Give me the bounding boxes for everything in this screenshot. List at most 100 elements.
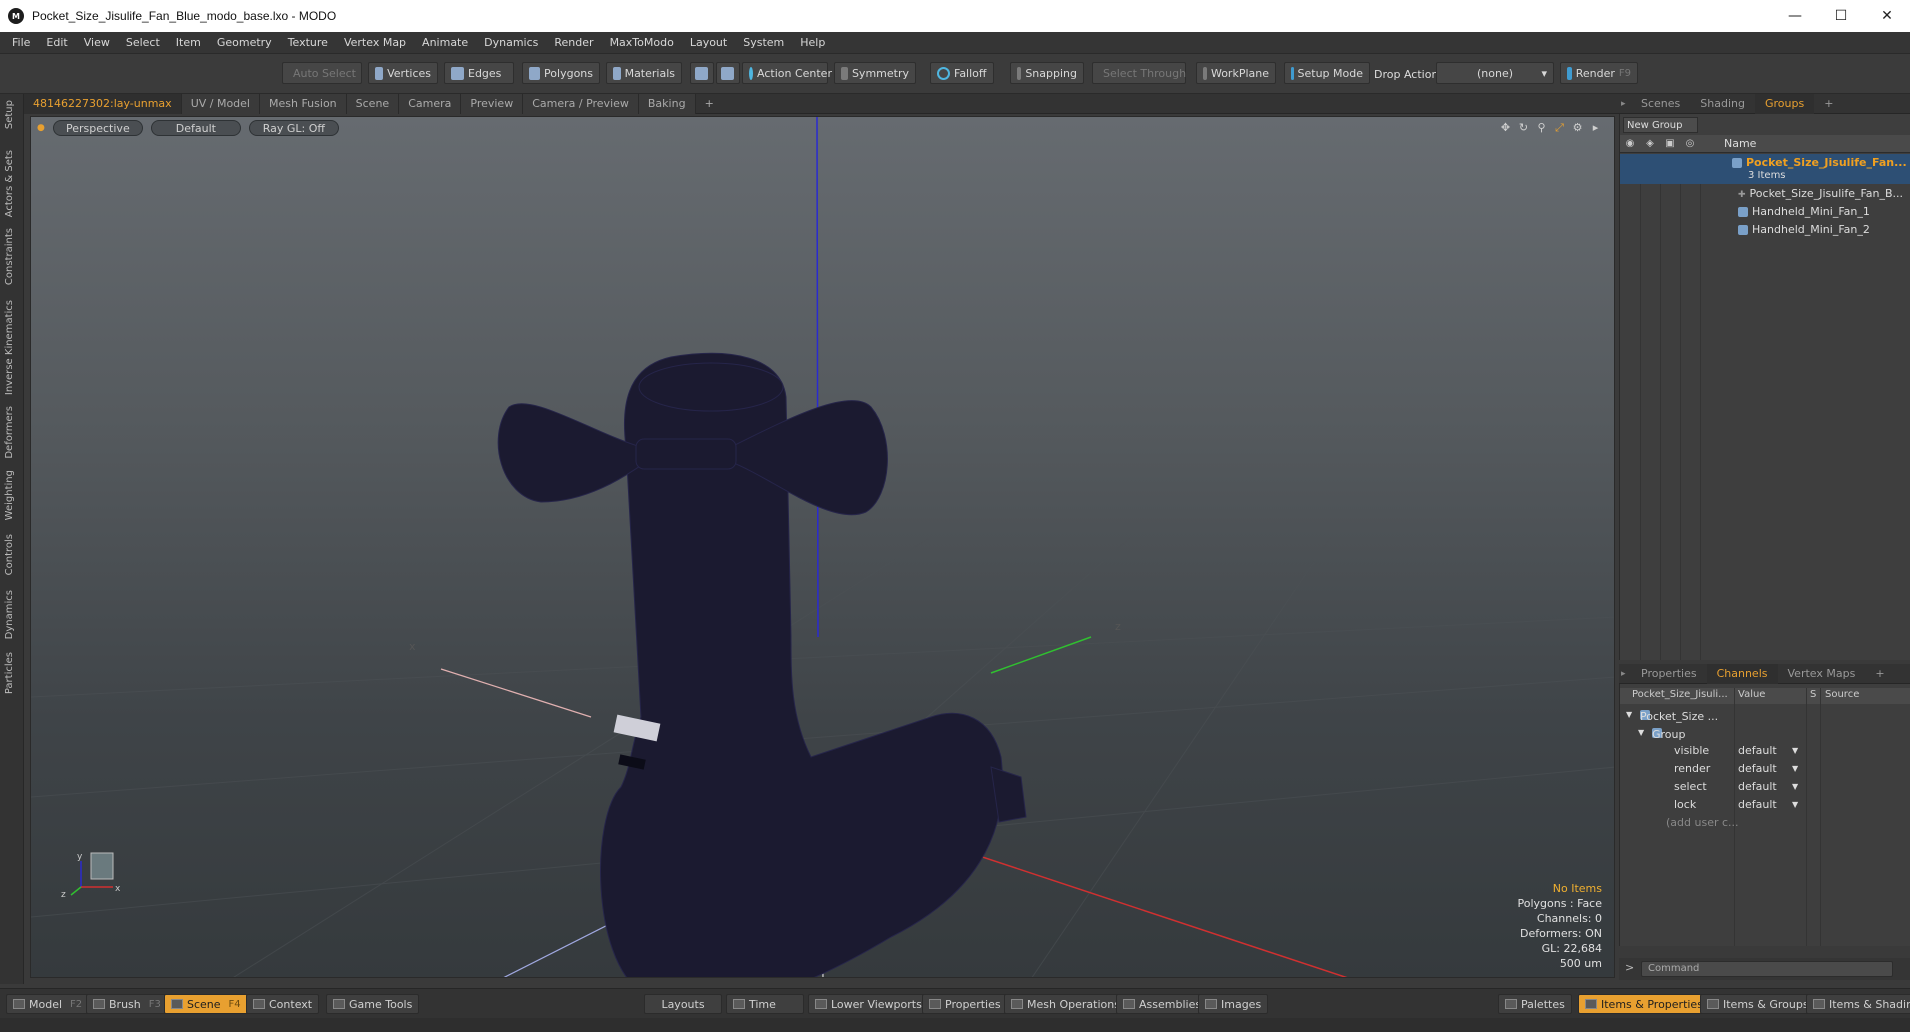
items-shading-button[interactable]: Items & Shading — [1806, 994, 1910, 1014]
menu-vertex-map[interactable]: Vertex Map — [336, 36, 414, 49]
pivot-mode-button[interactable] — [716, 62, 740, 84]
menu-system[interactable]: System — [735, 36, 792, 49]
add-panel-tab-button[interactable]: + — [1814, 94, 1843, 114]
drop-action-select[interactable]: (none) ▾ — [1436, 62, 1554, 84]
channel-row-lock[interactable]: lock default ▼ — [1620, 796, 1910, 814]
tab-deformers[interactable]: Deformers — [4, 406, 15, 459]
context-layout-button[interactable]: Context — [246, 994, 320, 1014]
command-input[interactable]: Command — [1641, 961, 1893, 977]
render-button[interactable]: Render F9 — [1560, 62, 1638, 84]
menu-view[interactable]: View — [76, 36, 118, 49]
menu-animate[interactable]: Animate — [414, 36, 476, 49]
view-type-select[interactable]: Perspective — [52, 120, 143, 136]
chevron-down-icon[interactable]: ▼ — [1792, 782, 1798, 791]
auto-select-button[interactable]: Auto Select — [282, 62, 362, 84]
tab-groups[interactable]: Groups — [1754, 93, 1815, 114]
images-button[interactable]: Images — [1198, 994, 1269, 1014]
rotate-icon[interactable]: ↻ — [1517, 121, 1530, 134]
minimize-icon[interactable]: — — [1772, 0, 1818, 32]
channel-group-row[interactable]: ▼ Group — [1620, 724, 1910, 742]
tab-shading[interactable]: Shading — [1690, 94, 1755, 114]
tab-camera-preview[interactable]: Camera / Preview — [523, 93, 639, 114]
channel-value-visible[interactable]: default — [1738, 744, 1777, 757]
tab-camera[interactable]: Camera — [399, 93, 462, 114]
group-row-child-3[interactable]: Handheld_Mini_Fan_2 — [1620, 220, 1910, 238]
group-row-child-2[interactable]: Handheld_Mini_Fan_1 — [1620, 202, 1910, 220]
panel-menu-icon[interactable]: ▸ — [1619, 99, 1631, 109]
tab-uv-model[interactable]: UV / Model — [181, 93, 260, 114]
tab-actors-sets[interactable]: Actors & Sets — [4, 150, 15, 217]
vertices-button[interactable]: Vertices — [368, 62, 438, 84]
tab-mesh-fusion[interactable]: Mesh Fusion — [260, 93, 347, 114]
channel-row-select[interactable]: select default ▼ — [1620, 778, 1910, 796]
lower-viewports-button[interactable]: Lower Viewports — [808, 994, 929, 1014]
menu-select[interactable]: Select — [118, 36, 168, 49]
falloff-button[interactable]: Falloff — [930, 62, 994, 84]
expand-arrow-icon[interactable]: ▼ — [1626, 710, 1632, 719]
setup-mode-button[interactable]: Setup Mode — [1284, 62, 1370, 84]
viewport-menu-dot-icon[interactable]: ● — [37, 120, 45, 136]
raygl-toggle[interactable]: Ray GL: Off — [248, 120, 339, 136]
tab-scenes[interactable]: Scenes — [1631, 94, 1690, 114]
tab-weighting[interactable]: Weighting — [4, 470, 15, 520]
brush-layout-button[interactable]: Brush F3 — [86, 994, 168, 1014]
tab-controls[interactable]: Controls — [4, 534, 15, 575]
render-toggle-icon[interactable]: ◈ — [1640, 138, 1660, 149]
maximize-icon[interactable]: ☐ — [1818, 0, 1864, 32]
select-toggle-icon[interactable]: ◎ — [1680, 138, 1700, 149]
lock-icon[interactable]: ▣ — [1660, 138, 1680, 149]
edges-button[interactable]: Edges — [444, 62, 514, 84]
fit-icon[interactable]: ⤢ — [1553, 121, 1566, 134]
tab-properties[interactable]: Properties — [1631, 664, 1707, 684]
materials-button[interactable]: Materials — [606, 62, 682, 84]
tab-vertex-maps[interactable]: Vertex Maps — [1778, 664, 1866, 684]
menu-item[interactable]: Item — [168, 36, 209, 49]
menu-help[interactable]: Help — [792, 36, 833, 49]
action-center-button[interactable]: Action Center — [742, 62, 832, 84]
channel-value-select[interactable]: default — [1738, 780, 1777, 793]
visibility-eye-icon[interactable]: ◉ — [1620, 138, 1640, 149]
model-layout-button[interactable]: Model F2 — [6, 994, 90, 1014]
tab-constraints[interactable]: Constraints — [4, 228, 15, 285]
tab-setup[interactable]: Setup — [4, 100, 15, 129]
expand-arrow-icon[interactable]: ▼ — [1638, 728, 1644, 737]
tab-particles[interactable]: Particles — [4, 652, 15, 694]
tab-baking[interactable]: Baking — [638, 93, 696, 114]
layouts-button[interactable]: Layouts — [644, 994, 722, 1014]
menu-geometry[interactable]: Geometry — [209, 36, 280, 49]
tab-layout-unmax[interactable]: 48146227302:lay-unmax — [24, 93, 182, 114]
palettes-button[interactable]: Palettes — [1498, 994, 1572, 1014]
items-properties-button[interactable]: Items & Properties — [1578, 994, 1710, 1014]
properties-button[interactable]: Properties — [922, 994, 1008, 1014]
menu-edit[interactable]: Edit — [38, 36, 75, 49]
game-tools-layout-button[interactable]: Game Tools — [326, 994, 420, 1014]
menu-dynamics[interactable]: Dynamics — [476, 36, 546, 49]
channel-row-render[interactable]: render default ▼ — [1620, 760, 1910, 778]
channel-item-row[interactable]: ▼ Pocket_Size ... — [1620, 706, 1910, 724]
scene-layout-button[interactable]: Scene F4 — [164, 994, 248, 1014]
time-button[interactable]: Time — [726, 994, 804, 1014]
viewport-settings-gear-icon[interactable]: ⚙ — [1571, 121, 1584, 134]
assemblies-button[interactable]: Assemblies — [1116, 994, 1209, 1014]
polygons-button[interactable]: Polygons — [522, 62, 600, 84]
chevron-down-icon[interactable]: ▼ — [1792, 746, 1798, 755]
tab-scene[interactable]: Scene — [346, 93, 400, 114]
item-mode-button[interactable] — [690, 62, 714, 84]
menu-render[interactable]: Render — [546, 36, 601, 49]
channel-row-visible[interactable]: visible default ▼ — [1620, 742, 1910, 760]
add-user-channel-row[interactable]: (add user c... — [1620, 814, 1910, 832]
mesh-operations-button[interactable]: Mesh Operations — [1004, 994, 1127, 1014]
viewport-expand-arrow-icon[interactable]: ▸ — [1589, 121, 1602, 134]
new-group-button[interactable]: New Group — [1623, 117, 1698, 133]
tab-channels[interactable]: Channels — [1706, 663, 1778, 684]
select-through-button[interactable]: Select Through — [1092, 62, 1186, 84]
menu-file[interactable]: File — [4, 36, 38, 49]
add-props-tab-button[interactable]: + — [1865, 664, 1894, 684]
channel-value-render[interactable]: default — [1738, 762, 1777, 775]
snapping-button[interactable]: Snapping — [1010, 62, 1084, 84]
chevron-down-icon[interactable]: ▼ — [1792, 800, 1798, 809]
group-row-root[interactable]: Pocket_Size_Jisulife_Fan... 3 Items — [1620, 154, 1910, 184]
menu-layout[interactable]: Layout — [682, 36, 735, 49]
panel-menu-icon-2[interactable]: ▸ — [1619, 669, 1631, 679]
tab-preview[interactable]: Preview — [461, 93, 524, 114]
